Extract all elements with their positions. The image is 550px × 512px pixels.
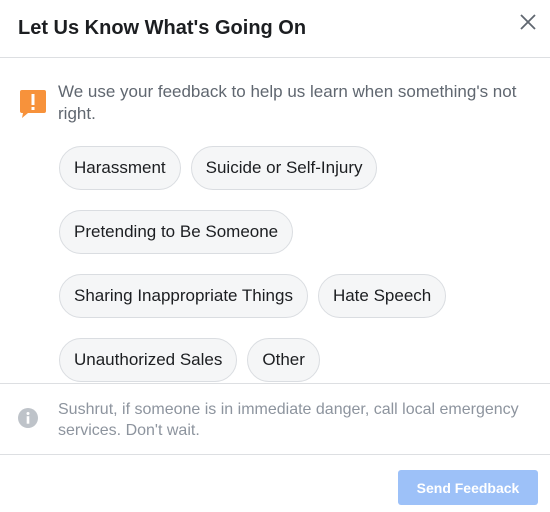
dialog-title: Let Us Know What's Going On — [18, 17, 307, 39]
send-feedback-button[interactable]: Send Feedback — [398, 470, 538, 505]
info-icon — [18, 408, 38, 428]
option-sharing-inappropriate-things[interactable]: Sharing Inappropriate Things — [59, 274, 308, 318]
report-options: Harassment Suicide or Self-Injury Preten… — [59, 146, 510, 382]
close-icon[interactable] — [519, 13, 537, 31]
option-other[interactable]: Other — [247, 338, 320, 382]
footer-divider — [0, 454, 550, 455]
option-harassment[interactable]: Harassment — [59, 146, 181, 190]
info-section: Sushrut, if someone is in immediate dang… — [18, 399, 520, 441]
close-button[interactable] — [516, 10, 540, 34]
option-pretending-to-be-someone[interactable]: Pretending to Be Someone — [59, 210, 294, 254]
intro-text: We use your feedback to help us learn wh… — [58, 82, 517, 123]
option-hate-speech[interactable]: Hate Speech — [317, 274, 447, 318]
option-unauthorized-sales[interactable]: Unauthorized Sales — [59, 338, 238, 382]
feedback-dialog: Let Us Know What's Going On We use your … — [0, 0, 550, 512]
intro-section: We use your feedback to help us learn wh… — [18, 81, 520, 125]
alert-icon — [20, 90, 46, 118]
option-suicide-or-self-injury[interactable]: Suicide or Self-Injury — [190, 146, 378, 190]
dialog-header: Let Us Know What's Going On — [0, 0, 550, 58]
info-text: Sushrut, if someone is in immediate dang… — [58, 401, 519, 439]
section-divider — [0, 383, 550, 384]
